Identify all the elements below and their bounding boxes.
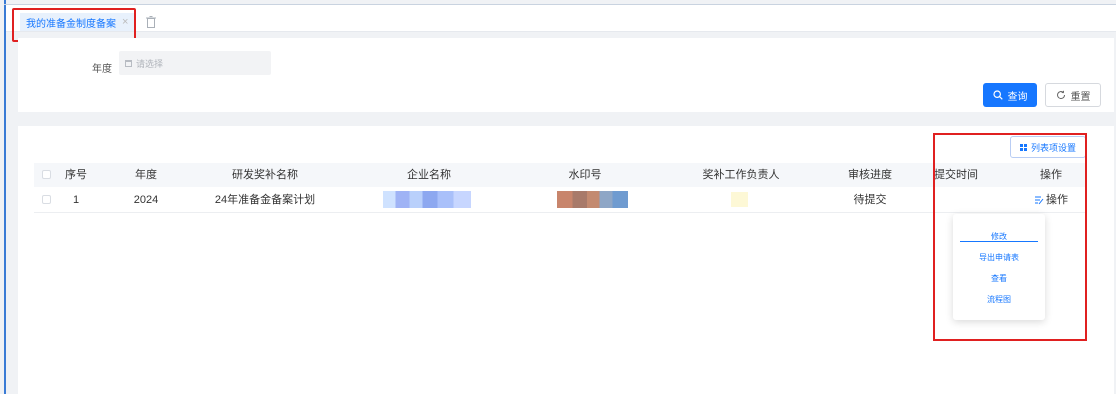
company-name-redacted <box>383 191 471 208</box>
cell-year: 2024 <box>133 194 159 206</box>
header-year: 年度 <box>135 169 157 181</box>
highlight-box-tab <box>12 8 136 42</box>
header-award-name: 研发奖补名称 <box>232 169 298 181</box>
tab-bar: 我的准备金制度备案 × <box>6 5 1116 32</box>
year-label: 年度 <box>92 64 112 75</box>
header-index: 序号 <box>65 169 87 181</box>
calendar-icon <box>125 59 132 67</box>
refresh-icon <box>1056 90 1065 100</box>
year-select-input[interactable]: 请选择 <box>119 51 271 75</box>
person-in-charge-redacted <box>731 192 748 207</box>
row-checkbox[interactable] <box>42 195 51 204</box>
query-button-label: 查询 <box>1007 91 1028 103</box>
reset-button[interactable]: 重置 <box>1045 83 1101 107</box>
header-company-name: 企业名称 <box>407 169 451 181</box>
highlight-box-actions <box>933 133 1087 341</box>
header-review-status: 审核进度 <box>848 169 892 181</box>
table-header: 序号 年度 研发奖补名称 企业名称 水印号 奖补工作负责人 审核进度 提交时间 … <box>34 163 1086 187</box>
year-placeholder: 请选择 <box>136 58 164 69</box>
header-person-in-charge: 奖补工作负责人 <box>702 169 780 181</box>
trash-icon[interactable] <box>146 16 156 28</box>
window-left-border <box>4 0 6 394</box>
filter-panel: 年度 请选择 <box>18 38 1114 112</box>
select-all-checkbox[interactable] <box>42 170 51 179</box>
cell-review-status: 待提交 <box>853 194 887 206</box>
query-button[interactable]: 查询 <box>983 83 1037 107</box>
cell-index: 1 <box>72 194 80 206</box>
watermark-redacted <box>557 191 628 208</box>
header-watermark: 水印号 <box>568 169 602 181</box>
cell-award-name: 24年准备金备案计划 <box>214 194 316 206</box>
search-icon <box>992 90 1003 100</box>
reset-button-label: 重置 <box>1070 91 1091 103</box>
